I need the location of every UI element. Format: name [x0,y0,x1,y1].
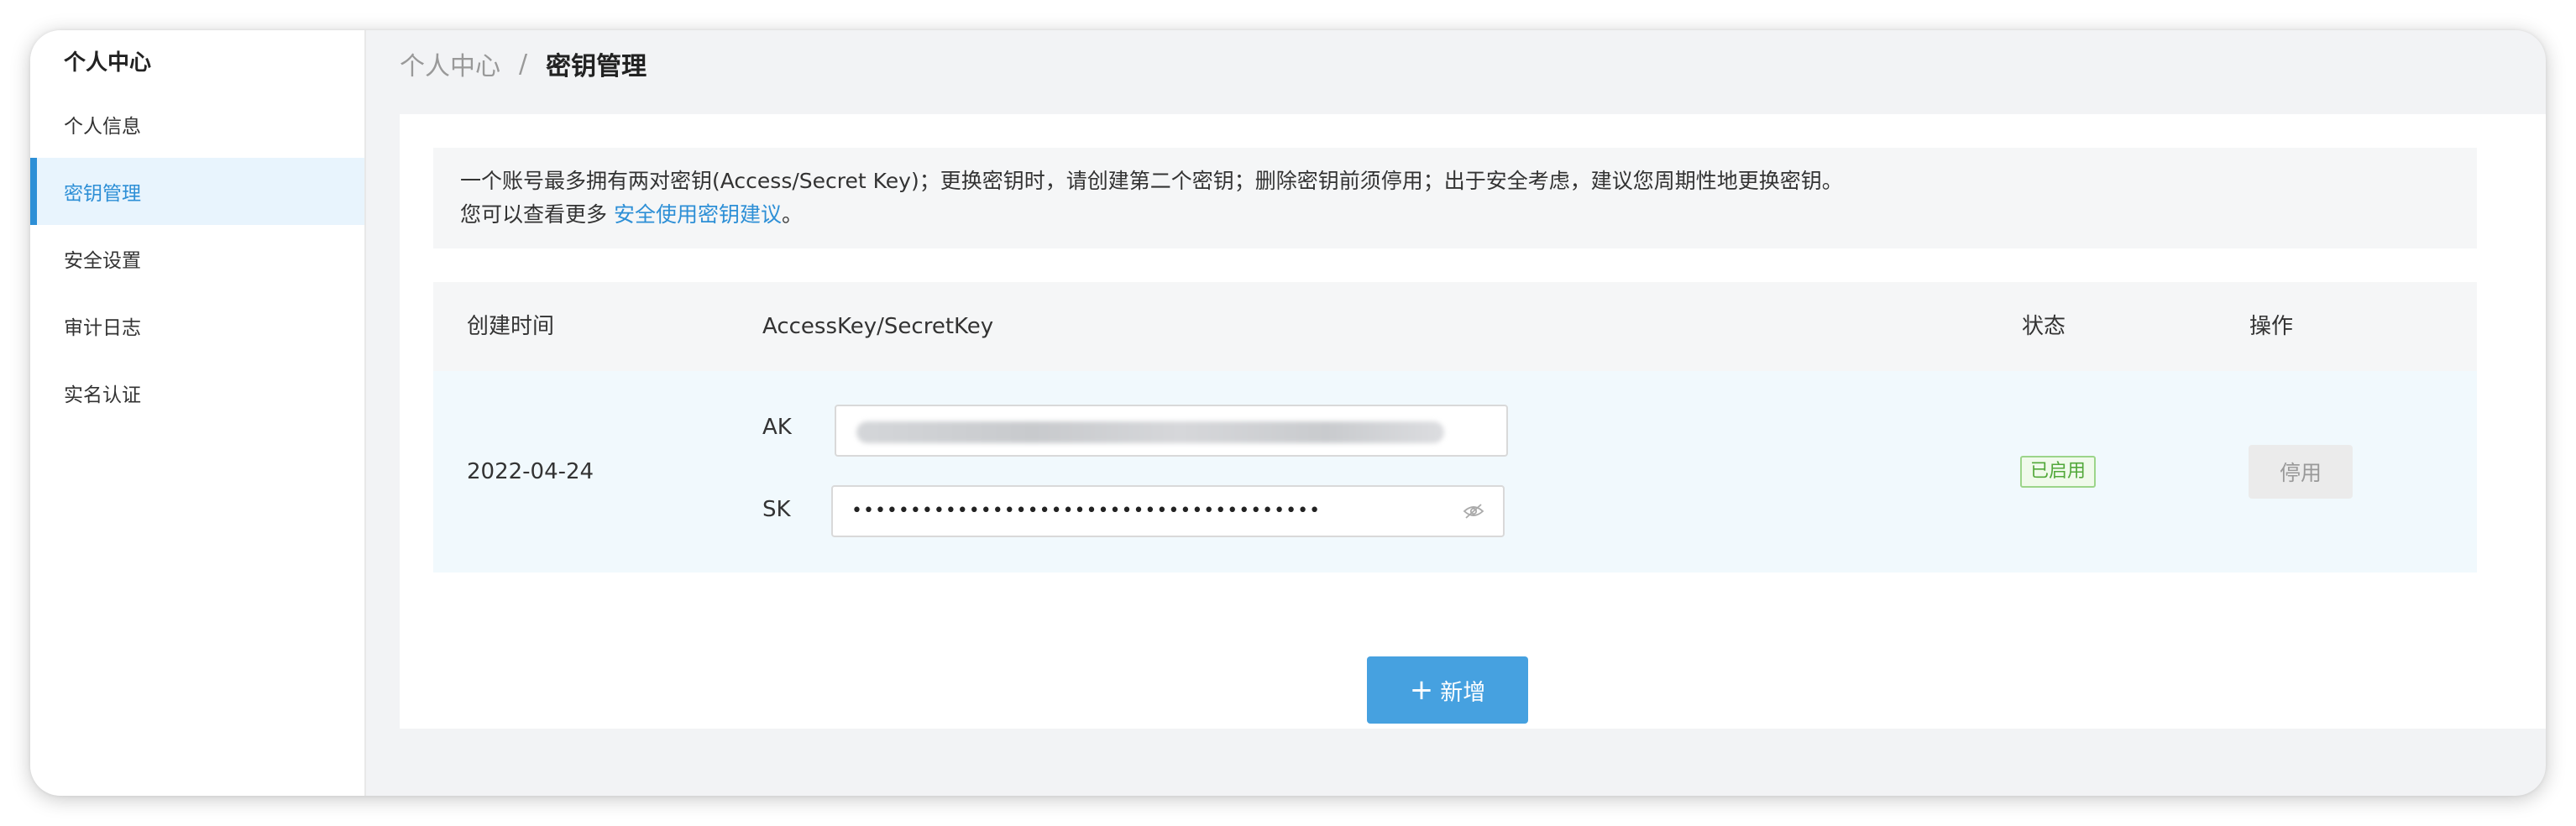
access-key-value-redacted [856,421,1444,443]
sidebar-item-label: 实名认证 [64,384,141,406]
table-header: 创建时间 AccessKey/SecretKey 状态 操作 [433,282,2477,371]
access-key-field[interactable] [835,405,1508,457]
sidebar-item-label: 审计日志 [64,317,141,339]
sidebar-item-verification[interactable]: 实名认证 [30,359,364,426]
column-header-actions: 操作 [2249,314,2294,339]
security-advice-link[interactable]: 安全使用密钥建议 [614,202,782,227]
add-button-label: 新增 [1440,679,1486,706]
sidebar-item-profile[interactable]: 个人信息 [30,91,364,158]
eye-off-icon[interactable] [1463,502,1484,520]
notice-line-2: 您可以查看更多 安全使用密钥建议。 [460,198,2450,232]
notice-line-2-prefix: 您可以查看更多 [460,202,614,227]
sidebar-item-label: 个人信息 [64,116,141,138]
add-key-button[interactable]: + 新增 [1367,656,1528,724]
notice-line-1: 一个账号最多拥有两对密钥(Access/Secret Key)；更换密钥时，请创… [460,169,1843,193]
app-window: 个人中心 个人信息 密钥管理 安全设置 审计日志 实名认证 个人中心 / 密钥管… [30,30,2546,796]
ak-label: AK [762,415,792,440]
sidebar-item-key-management[interactable]: 密钥管理 [30,158,364,225]
notice-box: 一个账号最多拥有两对密钥(Access/Secret Key)；更换密钥时，请创… [433,148,2477,248]
plus-icon: + [1409,673,1434,707]
sk-label: SK [762,497,791,522]
notice-line-2-suffix: 。 [781,202,803,227]
column-header-created: 创建时间 [467,314,555,339]
main-content: 个人中心 / 密钥管理 一个账号最多拥有两对密钥(Access/Secret K… [366,30,2546,796]
table-row: 2022-04-24 AK SK •••••••••••••••••••••••… [433,371,2477,572]
disable-button[interactable]: 停用 [2249,445,2353,499]
created-date: 2022-04-24 [467,459,594,484]
breadcrumb: 个人中心 / 密钥管理 [400,45,647,82]
sidebar: 个人中心 个人信息 密钥管理 安全设置 审计日志 实名认证 [30,30,366,796]
breadcrumb-separator: / [519,49,528,79]
sidebar-item-security[interactable]: 安全设置 [30,225,364,292]
breadcrumb-parent-link[interactable]: 个人中心 [400,45,500,82]
key-management-card: 一个账号最多拥有两对密钥(Access/Secret Key)；更换密钥时，请创… [400,114,2546,729]
sidebar-item-label: 安全设置 [64,250,141,272]
sidebar-title: 个人中心 [64,50,152,76]
column-header-keys: AccessKey/SecretKey [762,314,994,339]
secret-key-masked-value: •••••••••••••••••••••••••••••••••••••••• [851,500,1322,521]
column-header-status: 状态 [2022,314,2066,339]
status-badge: 已启用 [2020,456,2097,488]
page-title: 密钥管理 [546,52,647,81]
sidebar-item-audit-log[interactable]: 审计日志 [30,292,364,359]
secret-key-field[interactable]: •••••••••••••••••••••••••••••••••••••••• [831,485,1505,537]
sidebar-item-label: 密钥管理 [64,183,141,205]
